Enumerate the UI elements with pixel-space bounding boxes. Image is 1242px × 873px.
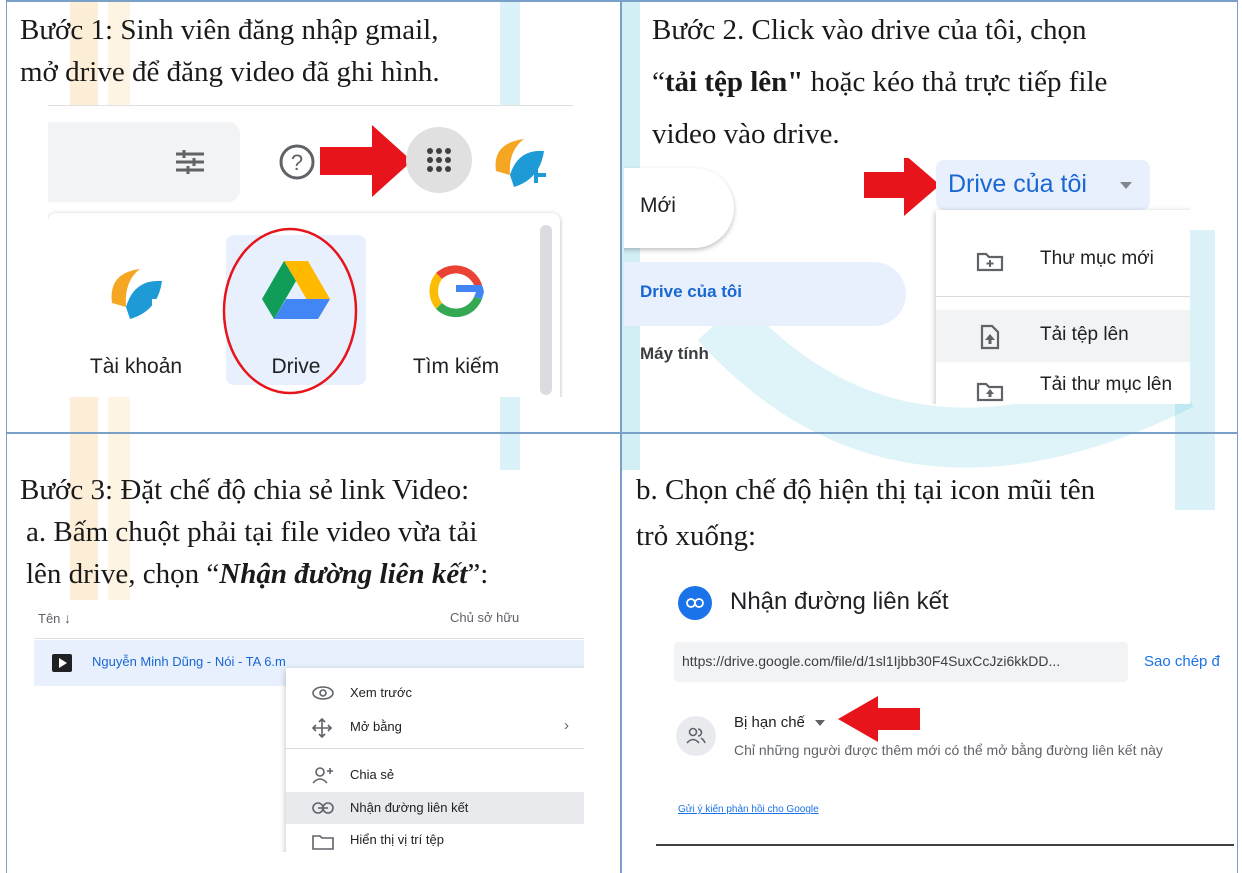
caret-down-icon xyxy=(1120,182,1132,189)
menu-share[interactable]: Chia sẻ xyxy=(286,758,584,792)
search-bar[interactable] xyxy=(48,122,240,202)
sort-arrow-icon: ↓ xyxy=(64,610,72,626)
menu-preview[interactable]: Xem trước xyxy=(286,676,584,710)
google-g-icon xyxy=(429,265,484,318)
copy-link-button[interactable]: Sao chép đ xyxy=(1144,653,1220,670)
caret-down-icon xyxy=(814,720,825,727)
folder-icon xyxy=(312,835,334,850)
menu-upload-folder[interactable]: Tải thư mục lên xyxy=(936,364,1190,404)
drive-panel: Mới Drive của tôi Máy tính Drive của tôi… xyxy=(624,158,1190,404)
step3-line2: a. Bấm chuột phải tại file video vừa tải xyxy=(26,516,478,548)
table-border-top xyxy=(6,0,1238,2)
scrollbar[interactable] xyxy=(540,225,552,395)
menu-divider xyxy=(936,296,1190,297)
tune-icon[interactable] xyxy=(174,148,206,176)
menu-get-link[interactable]: Nhận đường liên kết xyxy=(286,792,584,824)
nav-my-drive[interactable]: Drive của tôi xyxy=(624,262,906,326)
menu-new-folder[interactable]: Thư mục mới xyxy=(936,232,1190,288)
link-icon xyxy=(312,802,334,814)
header-divider xyxy=(34,638,584,639)
account-app-icon xyxy=(111,269,164,319)
my-drive-dropdown-label: Drive của tôi xyxy=(948,170,1087,198)
google-apps-panel: ? Tài khoản Drive Tìm kiếm xyxy=(48,105,573,397)
menu-get-link-label: Nhận đường liên kết xyxy=(350,800,469,815)
video-file-icon xyxy=(52,654,72,672)
menu-upload-file[interactable]: Tải tệp lên xyxy=(936,310,1190,362)
arrow-pointer-icon xyxy=(320,125,412,197)
menu-preview-label: Xem trước xyxy=(350,685,413,700)
apps-grid-icon xyxy=(427,148,451,172)
nav-my-drive-label: Drive của tôi xyxy=(640,282,743,301)
menu-upload-file-label: Tải tệp lên xyxy=(1040,324,1129,345)
context-menu: Xem trước Mở bằng › Chia sẻ Nhận đường l… xyxy=(286,668,584,852)
menu-upload-folder-label: Tải thư mục lên xyxy=(1040,374,1173,395)
menu-new-folder-label: Thư mục mới xyxy=(1040,248,1154,269)
dialog-title: Nhận đường liên kết xyxy=(730,588,949,615)
link-url: https://drive.google.com/file/d/1sl1Ijbb… xyxy=(682,653,1061,669)
link-icon xyxy=(686,598,704,608)
step2-line1: Bước 2. Click vào drive của tôi, chọn xyxy=(652,14,1087,46)
step3b-line2: trỏ xuống: xyxy=(636,520,757,552)
table-row-divider xyxy=(6,432,1238,434)
new-folder-icon xyxy=(976,252,1004,272)
move-icon xyxy=(312,718,332,738)
my-drive-dropdown[interactable]: Drive của tôi xyxy=(936,160,1150,210)
nav-computers[interactable]: Máy tính xyxy=(640,344,709,364)
people-icon xyxy=(686,727,706,744)
step2-line3: video vào drive. xyxy=(652,118,840,150)
arrow-pointer-icon xyxy=(864,158,940,216)
step3-line3: lên drive, chọn “Nhận đường liên kết”: xyxy=(26,558,489,590)
highlight-circle xyxy=(222,227,358,395)
add-person-icon xyxy=(312,767,333,784)
file-name: Nguyễn Minh Dũng - Nói - TA 6.m xyxy=(92,654,286,669)
svg-text:?: ? xyxy=(291,150,303,175)
file-upload-icon xyxy=(980,324,1000,350)
new-item-menu: Thư mục mới Tải tệp lên Tải thư mục lên xyxy=(936,210,1190,404)
step1-line2: mở drive để đăng video đã ghi hình. xyxy=(20,56,440,88)
app-account[interactable]: Tài khoản xyxy=(66,235,206,385)
new-button[interactable]: Mới xyxy=(624,168,734,248)
apps-grid-button[interactable] xyxy=(406,127,472,193)
menu-show-location-label: Hiển thị vị trí tệp xyxy=(350,832,444,847)
feedback-link[interactable]: Gửi ý kiến phản hồi cho Google xyxy=(678,804,819,815)
menu-share-label: Chia sẻ xyxy=(350,767,395,782)
step3-line1: Bước 3: Đặt chế độ chia sẻ link Video: xyxy=(20,474,470,506)
dialog-bottom-border xyxy=(656,844,1234,846)
access-level-dropdown[interactable]: Bị hạn chế xyxy=(734,714,825,731)
account-logo-icon[interactable] xyxy=(488,131,550,193)
app-search[interactable]: Tìm kiếm xyxy=(386,235,526,385)
menu-open-with[interactable]: Mở bằng › xyxy=(286,710,584,744)
apps-menu: Tài khoản Drive Tìm kiếm xyxy=(48,213,560,397)
column-name-header[interactable]: Tên ↓ xyxy=(38,610,71,626)
eye-icon xyxy=(312,686,334,700)
people-avatar xyxy=(676,716,716,756)
link-field[interactable]: https://drive.google.com/file/d/1sl1Ijbb… xyxy=(674,642,1128,682)
app-account-label: Tài khoản xyxy=(89,355,183,378)
link-badge xyxy=(678,586,712,620)
step1-line1: Bước 1: Sinh viên đăng nhập gmail, xyxy=(20,14,439,46)
table-column-divider xyxy=(620,0,622,873)
menu-show-location[interactable]: Hiển thị vị trí tệp xyxy=(286,824,584,852)
folder-upload-icon xyxy=(976,382,1004,402)
help-icon[interactable]: ? xyxy=(278,143,316,181)
step3b-line1: b. Chọn chế độ hiện thị tại icon mũi tên xyxy=(636,474,1096,506)
context-menu-divider xyxy=(286,748,584,749)
app-search-label: Tìm kiếm xyxy=(412,355,500,378)
column-owner-header: Chủ sở hữu xyxy=(450,610,520,625)
get-link-dialog: Nhận đường liên kết https://drive.google… xyxy=(654,568,1234,852)
menu-open-with-label: Mở bằng xyxy=(350,719,402,734)
arrow-pointer-icon xyxy=(838,696,920,742)
access-description: Chỉ những người được thêm mới có thể mở … xyxy=(734,742,1163,758)
new-button-label: Mới xyxy=(640,194,676,217)
step2-line2: “tải tệp lên" hoặc kéo thả trực tiếp fil… xyxy=(652,66,1108,98)
file-list-panel: Tên ↓ Chủ sở hữu Nguyễn Minh Dũng - Nói … xyxy=(34,606,584,852)
chevron-right-icon: › xyxy=(564,717,569,734)
